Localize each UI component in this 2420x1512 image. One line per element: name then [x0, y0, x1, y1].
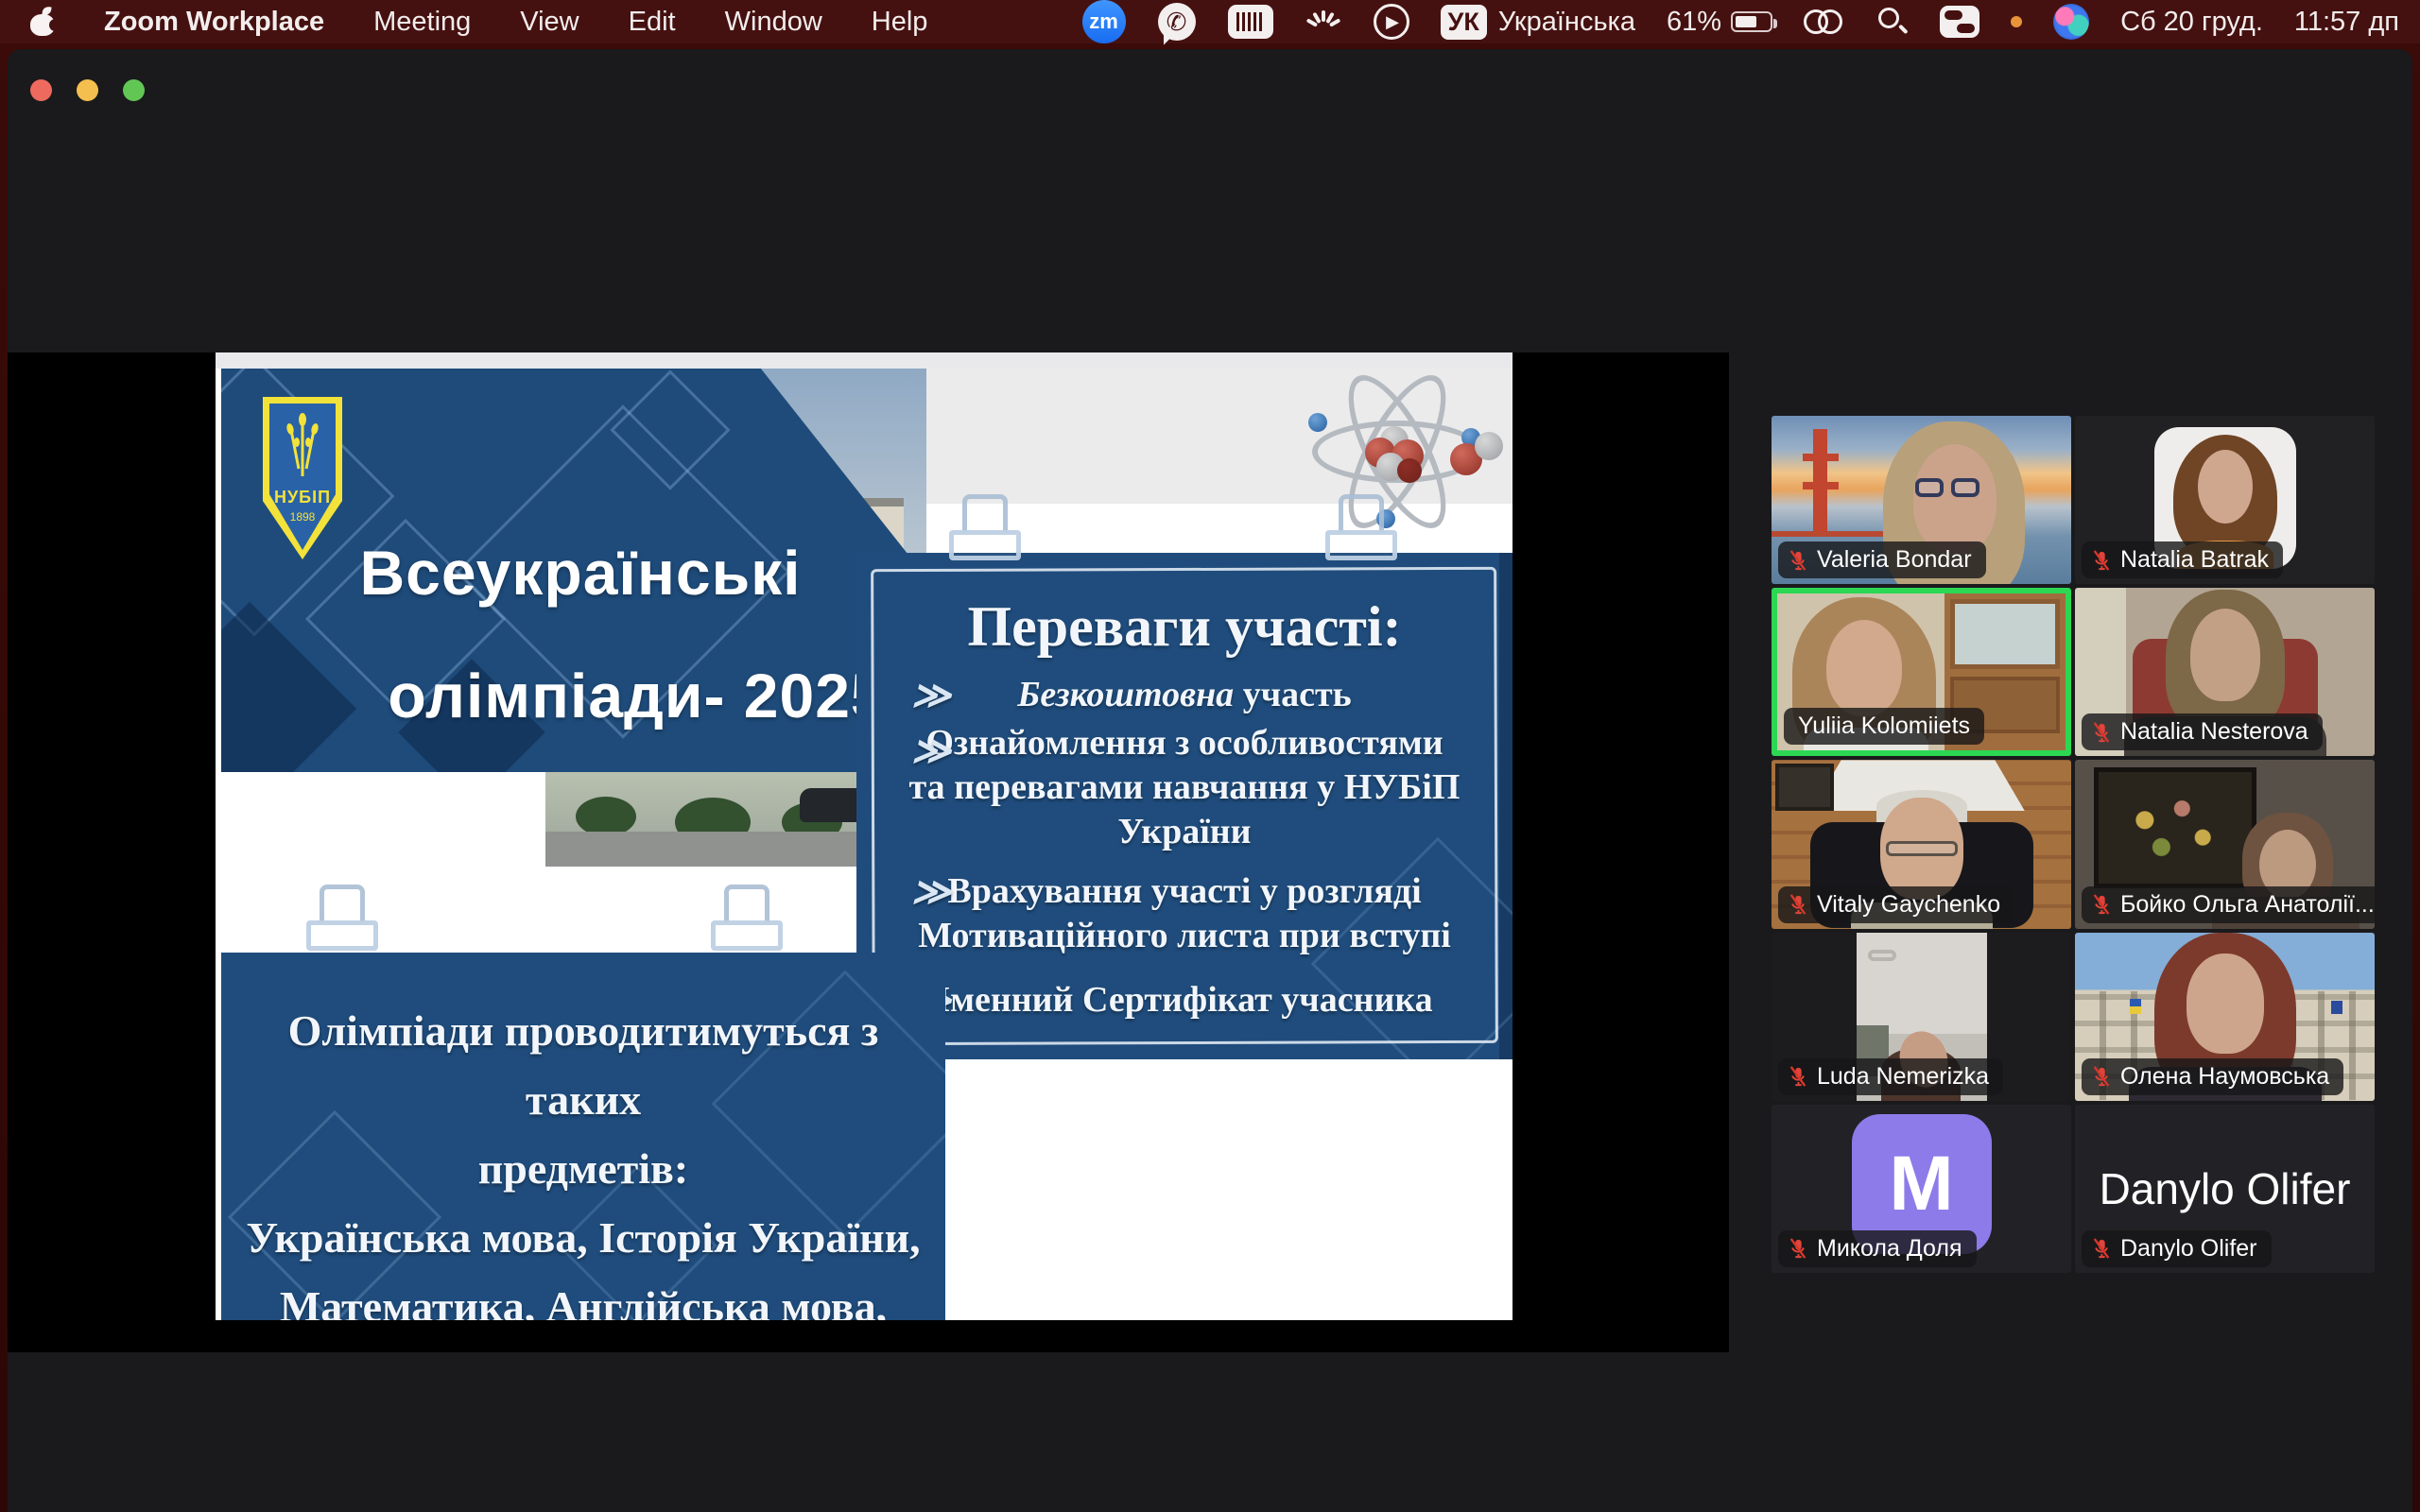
participant-name-label: Yuliia Kolomiiets [1784, 708, 1984, 745]
menu-bar-time[interactable]: 11:57 дп [2294, 7, 2399, 38]
subjects-line3: Українська мова, Історія України, [240, 1203, 926, 1272]
input-source[interactable]: УК Українська [1441, 5, 1635, 40]
menu-help[interactable]: Help [872, 7, 928, 38]
siri-icon[interactable] [2053, 4, 2089, 40]
subjects-line4: Математика, Англійська мова, Біологія, [240, 1272, 926, 1320]
participant-tile-active-speaker[interactable]: Yuliia Kolomiiets [1772, 588, 2071, 756]
mic-muted-icon [1788, 892, 1808, 917]
benefits-title: Переваги участі: [856, 594, 1512, 660]
presentation-slide: НУБІП 1898 Всеукраїнські олімпіади- 2025 [216, 352, 1512, 1320]
menu-view[interactable]: View [520, 7, 579, 38]
bullet-marker: ≫ [911, 673, 951, 717]
slide-title-line1: Всеукраїнські [268, 537, 892, 609]
mic-muted-icon [2091, 548, 2112, 573]
participant-name-label: Luda Nemerizka [1778, 1058, 2003, 1095]
minimize-button[interactable] [77, 79, 98, 101]
bullet-marker: ≫ [911, 869, 951, 914]
input-source-label: Українська [1498, 7, 1635, 38]
barcode-app-icon[interactable] [1228, 5, 1273, 39]
menu-window[interactable]: Window [725, 7, 822, 38]
benefits-panel: Переваги участі: ≫ Безкоштовна участь ≫ … [856, 553, 1512, 1059]
participant-name-label: Natalia Batrak [2082, 541, 2283, 578]
mic-muted-icon [2091, 1236, 2112, 1261]
now-playing-icon[interactable]: ▶ [1374, 4, 1409, 40]
notification-dot [2011, 16, 2022, 27]
participant-tile[interactable]: Бойко Ольга Анатолії... [2075, 760, 2375, 928]
mic-muted-icon [2091, 892, 2112, 917]
participant-name-label: Valeria Bondar [1778, 541, 1986, 578]
benefit-3-line1: Врахування участі у розгляді [894, 869, 1475, 914]
binder-clip-icon [945, 494, 1025, 568]
menu-bar-date[interactable]: Сб 20 груд. [2120, 7, 2263, 38]
participant-tile[interactable]: Vitaly Gaychenko [1772, 760, 2071, 928]
menu-meeting[interactable]: Meeting [373, 7, 471, 38]
fullscreen-button[interactable] [123, 79, 145, 101]
mic-muted-icon [2091, 1064, 2112, 1089]
menu-edit[interactable]: Edit [629, 7, 676, 38]
close-button[interactable] [30, 79, 52, 101]
wheat-icon [281, 410, 324, 484]
subjects-line1: Олімпіади проводитимуться з таких [240, 996, 926, 1134]
binder-clip-icon [302, 885, 382, 958]
participant-name-label: Бойко Ольга Анатолії... [2082, 886, 2375, 923]
participants-gallery: Valeria Bondar Natalia Batrak Yuliia Kol… [1772, 416, 2375, 1273]
mic-muted-icon [2091, 720, 2112, 745]
logo-abbr: НУБІП [263, 488, 342, 507]
slide-top-strip [216, 352, 1512, 369]
participant-tile[interactable]: Олена Наумовська [2075, 933, 2375, 1101]
zoom-status-icon[interactable]: zm [1082, 0, 1126, 43]
input-source-badge: УК [1441, 5, 1487, 40]
bullet-marker: ≫ [911, 729, 951, 773]
binder-clip-icon [1322, 494, 1401, 568]
desktop: Zoom Workplace Meeting View Edit Window … [0, 0, 2420, 1512]
shared-screen: НУБІП 1898 Всеукраїнські олімпіади- 2025 [8, 352, 1729, 1352]
participant-tile[interactable]: Natalia Batrak [2075, 416, 2375, 584]
control-center-icon[interactable] [1940, 6, 1979, 38]
subjects-line2: предметів: [240, 1134, 926, 1203]
subjects-panel: Олімпіади проводитимуться з таких предме… [221, 953, 945, 1320]
participant-name-label: Natalia Nesterova [2082, 713, 2323, 750]
benefit-4: Іменний Сертифікат учасника [894, 978, 1475, 1022]
window-controls [30, 79, 145, 101]
benefit-1-em: Безкоштовна [1017, 675, 1234, 714]
benefit-1: участь [1234, 675, 1352, 714]
participant-tile[interactable]: Luda Nemerizka [1772, 933, 2071, 1101]
spotlight-search-icon[interactable] [1876, 6, 1909, 38]
benefit-2-line3: України [894, 810, 1475, 854]
participant-name-label: Vitaly Gaychenko [1778, 886, 2014, 923]
participant-tile[interactable]: Natalia Nesterova [2075, 588, 2375, 756]
battery-percent: 61% [1667, 7, 1721, 38]
mic-muted-icon [1788, 1236, 1808, 1261]
logo-year: 1898 [263, 510, 342, 524]
apple-menu-icon[interactable] [30, 8, 55, 36]
participant-tile[interactable]: Valeria Bondar [1772, 416, 2071, 584]
keyboard-brightness-icon[interactable] [1305, 6, 1342, 38]
battery-indicator[interactable]: 61% [1667, 7, 1772, 38]
zoom-meeting-window: НУБІП 1898 Всеукраїнські олімпіади- 2025 [8, 49, 2412, 1512]
benefit-2-line2: та перевагами навчання у НУБіП [894, 765, 1475, 810]
menu-bar: Zoom Workplace Meeting View Edit Window … [0, 0, 2420, 43]
menu-app-name[interactable]: Zoom Workplace [104, 7, 324, 38]
nubip-logo: НУБІП 1898 [263, 397, 342, 559]
benefit-3-line2: Мотиваційного листа при вступі [894, 914, 1475, 958]
participant-name-label: Олена Наумовська [2082, 1058, 2343, 1095]
participant-name-label: Danylo Olifer [2082, 1230, 2272, 1267]
participant-tile[interactable]: M Микола Доля [1772, 1105, 2071, 1273]
mic-muted-icon [1788, 1064, 1808, 1089]
mic-muted-icon [1788, 548, 1808, 573]
viber-icon[interactable]: ✆ [1157, 2, 1197, 42]
continuity-icon[interactable] [1804, 6, 1845, 38]
participant-name-label: Микола Доля [1778, 1230, 1977, 1267]
benefit-2-line1: Ознайомлення з особливостями [894, 721, 1475, 765]
participant-tile[interactable]: Danylo Olifer Danylo Olifer [2075, 1105, 2375, 1273]
binder-clip-icon [707, 885, 786, 958]
